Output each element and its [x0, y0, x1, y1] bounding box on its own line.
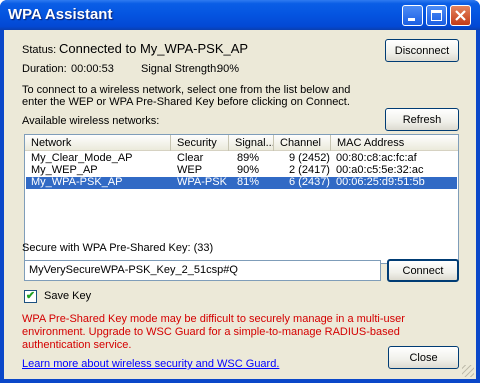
warning-line-1: WPA Pre-Shared Key mode may be difficult…	[22, 313, 405, 325]
available-networks-label: Available wireless networks:	[22, 115, 160, 127]
status-value: Connected to My_WPA-PSK_AP	[59, 41, 249, 56]
network-name: My_WPA-PSK_AP	[31, 176, 123, 188]
close-button[interactable]: Close	[388, 346, 459, 369]
instructions-line-2: enter the WEP or WPA Pre-Shared Key befo…	[22, 96, 350, 108]
warning-line-3: authentication service.	[22, 339, 132, 351]
minimize-button[interactable]	[402, 5, 423, 26]
disconnect-button[interactable]: Disconnect	[385, 39, 459, 62]
network-mac: 00:06:25:d9:51:5b	[336, 176, 425, 188]
network-list-header: Network Security ... Signal... Channel .…	[25, 135, 458, 151]
title-bar[interactable]: WPA Assistant	[0, 0, 480, 30]
close-window-button[interactable]	[450, 5, 471, 26]
wpa-assistant-window: WPA Assistant Status: Connected to My_WP…	[0, 0, 480, 383]
pre-shared-key-label: Secure with WPA Pre-Shared Key: (33)	[22, 242, 214, 254]
connect-button[interactable]: Connect	[387, 259, 459, 282]
pre-shared-key-input[interactable]: MyVerySecureWPA-PSK_Key_2_51csp#Q	[24, 260, 381, 281]
maximize-button[interactable]	[426, 5, 447, 26]
duration-value: 00:00:53	[71, 63, 114, 75]
resize-grip[interactable]	[462, 365, 474, 377]
column-header-network[interactable]: Network	[25, 135, 171, 151]
window-title: WPA Assistant	[8, 6, 113, 23]
maximize-icon	[427, 6, 446, 25]
signal-strength-label: Signal Strength:	[141, 63, 220, 75]
column-header-channel[interactable]: Channel ...	[274, 135, 331, 151]
network-channel: 6 (2437)	[289, 176, 330, 188]
client-area: Status: Connected to My_WPA-PSK_AP Disco…	[4, 30, 476, 379]
network-row-selected[interactable]: My_WPA-PSK_AP WPA-PSK 81% 6 (2437) 00:06…	[26, 176, 457, 189]
column-header-mac-address[interactable]: MAC Address	[331, 135, 458, 151]
save-key-label[interactable]: Save Key	[44, 290, 91, 302]
duration-label: Duration:	[22, 63, 67, 75]
network-security: WPA-PSK	[177, 176, 227, 188]
network-signal: 81%	[237, 176, 260, 188]
save-key-checkbox[interactable]: ✔	[24, 290, 37, 303]
learn-more-link[interactable]: Learn more about wireless security and W…	[22, 358, 279, 370]
signal-strength-value: 90%	[217, 63, 240, 75]
column-header-signal[interactable]: Signal...	[229, 135, 274, 151]
instructions-line-1: To connect to a wireless network, select…	[22, 84, 351, 96]
close-icon	[451, 6, 470, 25]
status-label: Status:	[22, 44, 57, 56]
minimize-icon	[403, 6, 422, 25]
warning-line-2: environment. Upgrade to WSC Guard for a …	[22, 326, 400, 338]
column-header-security[interactable]: Security ...	[171, 135, 229, 151]
refresh-button[interactable]: Refresh	[385, 108, 459, 131]
